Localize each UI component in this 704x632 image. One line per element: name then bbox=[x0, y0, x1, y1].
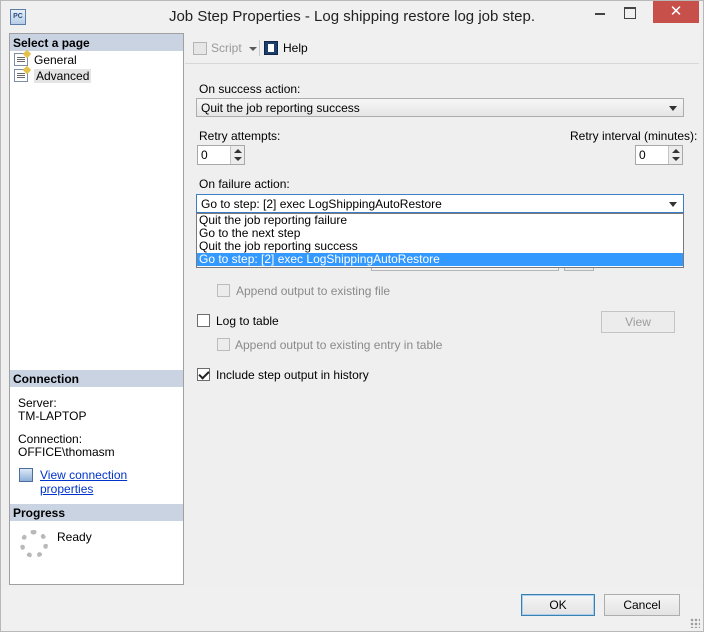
retry-interval-value: 0 bbox=[639, 148, 646, 162]
chevron-up-icon[interactable] bbox=[672, 149, 680, 153]
chevron-down-icon bbox=[669, 106, 677, 111]
cancel-button[interactable]: Cancel bbox=[604, 594, 680, 616]
page-item-general[interactable]: General bbox=[14, 52, 77, 67]
chevron-up-icon[interactable] bbox=[234, 149, 242, 153]
retry-attempts-label: Retry attempts: bbox=[199, 129, 281, 143]
view-button[interactable]: View bbox=[601, 311, 675, 333]
on-failure-value: Go to step: [2] exec LogShippingAutoRest… bbox=[201, 197, 442, 211]
append-output-table-checkbox[interactable] bbox=[217, 338, 230, 351]
page-label: Advanced bbox=[34, 68, 92, 83]
page-item-advanced[interactable]: Advanced bbox=[14, 68, 92, 83]
progress-status: Ready bbox=[57, 530, 92, 544]
append-output-file-checkbox[interactable] bbox=[217, 284, 230, 297]
stepper-buttons[interactable] bbox=[230, 146, 244, 164]
toolbar-separator bbox=[259, 40, 260, 56]
help-label: Help bbox=[283, 41, 308, 55]
connection-properties-icon bbox=[19, 468, 33, 482]
chevron-down-icon[interactable] bbox=[672, 157, 680, 161]
include-history-checkbox[interactable] bbox=[197, 368, 210, 381]
append-output-table-label: Append output to existing entry in table bbox=[235, 338, 443, 352]
on-success-combo[interactable]: Quit the job reporting success bbox=[196, 98, 684, 117]
ok-button[interactable]: OK bbox=[521, 594, 595, 616]
toolbar-divider bbox=[185, 63, 699, 64]
chevron-down-icon bbox=[669, 202, 677, 207]
retry-interval-label: Retry interval (minutes): bbox=[570, 129, 698, 143]
script-label: Script bbox=[211, 41, 242, 55]
retry-attempts-stepper[interactable]: 0 bbox=[197, 145, 245, 165]
page-icon bbox=[14, 53, 28, 66]
connection-label: Connection: bbox=[18, 432, 83, 446]
footer bbox=[1, 587, 703, 631]
server-value: TM-LAPTOP bbox=[18, 409, 87, 423]
script-dropdown-icon[interactable] bbox=[249, 47, 257, 51]
page-icon bbox=[14, 69, 28, 82]
log-to-table-checkbox[interactable] bbox=[197, 314, 210, 327]
append-output-file-label: Append output to existing file bbox=[236, 284, 391, 298]
script-icon bbox=[193, 41, 207, 55]
progress-spinner-icon bbox=[20, 530, 48, 558]
progress-header: Progress bbox=[10, 504, 183, 521]
page-label: General bbox=[34, 52, 77, 67]
toolbar: Script Help bbox=[185, 33, 699, 62]
chevron-down-icon[interactable] bbox=[234, 157, 242, 161]
maximize-button[interactable] bbox=[615, 1, 643, 23]
stepper-buttons[interactable] bbox=[668, 146, 682, 164]
resize-grip-icon[interactable] bbox=[690, 618, 700, 628]
close-button[interactable]: ✕ bbox=[653, 1, 699, 23]
select-page-header: Select a page bbox=[10, 34, 183, 51]
retry-attempts-value: 0 bbox=[201, 148, 208, 162]
include-history-label: Include step output in history bbox=[216, 368, 369, 382]
on-success-label: On success action: bbox=[199, 82, 301, 96]
minimize-button[interactable] bbox=[585, 1, 615, 23]
job-step-properties-window: PC Job Step Properties - Log shipping re… bbox=[0, 0, 704, 632]
retry-interval-stepper[interactable]: 0 bbox=[635, 145, 683, 165]
title-bar: PC Job Step Properties - Log shipping re… bbox=[1, 1, 703, 33]
help-button[interactable]: Help bbox=[264, 41, 308, 55]
on-success-value: Quit the job reporting success bbox=[201, 101, 360, 115]
help-icon bbox=[264, 41, 278, 55]
connection-value: OFFICE\thomasm bbox=[18, 445, 115, 459]
on-failure-dropdown-list: Quit the job reporting failure Go to the… bbox=[196, 213, 684, 268]
on-failure-label: On failure action: bbox=[199, 177, 290, 191]
dropdown-option-selected[interactable]: Go to step: [2] exec LogShippingAutoRest… bbox=[197, 253, 683, 266]
on-failure-combo[interactable]: Go to step: [2] exec LogShippingAutoRest… bbox=[196, 194, 684, 213]
log-to-table-label: Log to table bbox=[216, 314, 279, 328]
view-connection-properties-link[interactable]: View connection properties bbox=[40, 468, 183, 496]
left-pane: Select a page General Advanced Connectio… bbox=[9, 33, 184, 585]
server-label: Server: bbox=[18, 396, 57, 410]
script-button[interactable]: Script bbox=[193, 41, 242, 55]
connection-header: Connection bbox=[10, 370, 183, 387]
